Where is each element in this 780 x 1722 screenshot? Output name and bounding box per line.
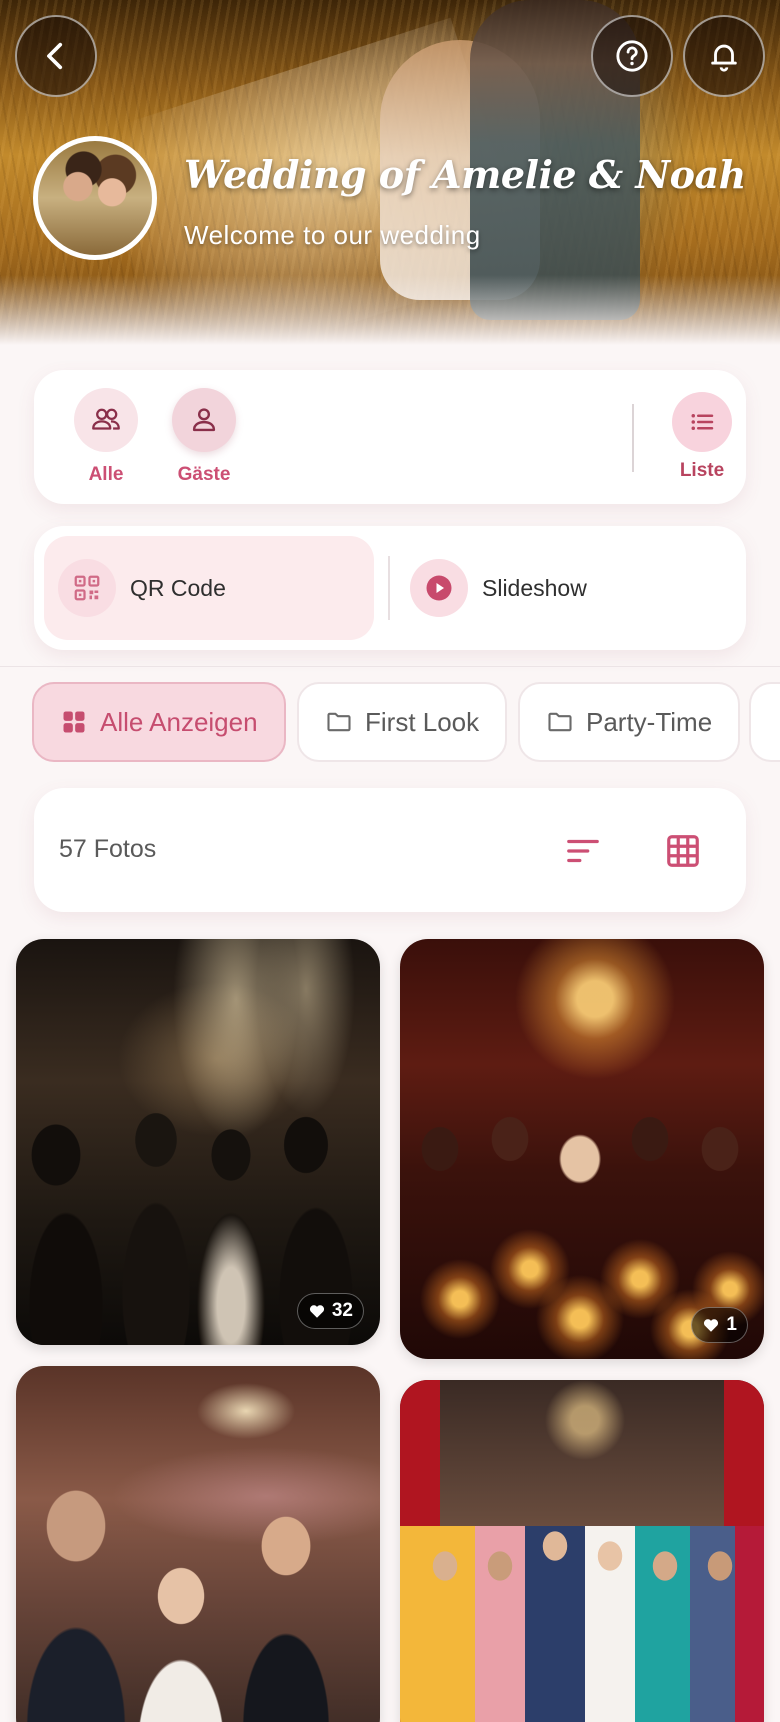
filter-card: Alle Gäste Liste — [34, 370, 746, 504]
heart-icon — [704, 1319, 719, 1332]
filter-all-label: Alle — [88, 464, 124, 485]
view-list-toggle[interactable]: Liste — [662, 392, 742, 482]
slideshow-button[interactable]: Slideshow — [396, 536, 726, 640]
qr-code-button[interactable]: QR Code — [44, 536, 374, 640]
heart-icon — [309, 1305, 324, 1318]
actions-divider — [388, 556, 390, 620]
folder-icon — [548, 712, 572, 732]
filter-all[interactable]: Alle — [66, 388, 146, 486]
sort-icon[interactable] — [564, 832, 602, 870]
list-circle — [672, 392, 732, 452]
album-chip-party-time-label: Party-Time — [586, 706, 713, 737]
photo-tile[interactable]: 1 — [400, 939, 764, 1359]
photo-tile[interactable]: 32 — [16, 939, 380, 1345]
section-divider — [0, 666, 780, 667]
album-chip-more[interactable] — [749, 682, 780, 762]
qr-code-icon — [74, 575, 100, 601]
bell-icon — [711, 44, 737, 72]
like-count: 1 — [726, 1314, 737, 1335]
album-chip-first-look[interactable]: First Look — [297, 682, 508, 762]
album-chip-all[interactable]: Alle Anzeigen — [32, 682, 286, 762]
photo-tile[interactable] — [400, 1380, 764, 1722]
album-chip-all-label: Alle Anzeigen — [100, 706, 258, 737]
help-button[interactable] — [591, 15, 673, 97]
grid-icon — [63, 711, 85, 733]
qr-code-label: QR Code — [130, 574, 226, 601]
actions-card: QR Code Slideshow — [34, 526, 746, 650]
back-button[interactable] — [15, 15, 97, 97]
album-chip-first-look-label: First Look — [365, 706, 480, 737]
page-subtitle: Welcome to our wedding — [184, 220, 481, 250]
slideshow-circle — [410, 559, 468, 617]
help-icon — [616, 40, 648, 72]
filter-guests-circle — [172, 388, 236, 452]
folder-icon — [327, 712, 351, 732]
like-badge[interactable]: 1 — [691, 1307, 748, 1343]
filter-all-circle — [74, 388, 138, 452]
photo-toolbar: 57 Fotos — [34, 788, 746, 912]
list-icon — [691, 414, 714, 430]
notifications-button[interactable] — [683, 15, 765, 97]
person-icon — [192, 408, 216, 432]
people-icon — [92, 408, 120, 430]
photo-tile[interactable] — [16, 1366, 380, 1722]
couple-avatar[interactable] — [33, 136, 157, 260]
like-badge[interactable]: 32 — [296, 1293, 364, 1329]
slideshow-label: Slideshow — [482, 574, 587, 601]
photo-count: 57 Fotos — [59, 835, 157, 863]
page-title: Wedding of Amelie & Noah — [184, 152, 746, 197]
filter-guests[interactable]: Gäste — [164, 388, 244, 486]
qr-circle — [58, 559, 116, 617]
like-count: 32 — [331, 1300, 353, 1321]
filter-divider — [632, 404, 634, 472]
play-icon — [426, 575, 452, 601]
view-list-label: Liste — [679, 460, 725, 481]
filter-guests-label: Gäste — [177, 464, 231, 485]
chevron-left-icon — [47, 42, 63, 70]
hero-fade — [0, 275, 780, 345]
album-chip-party-time[interactable]: Party-Time — [518, 682, 741, 762]
photo-wedding-party — [400, 1526, 764, 1722]
grid-view-icon[interactable] — [664, 832, 702, 870]
photo-couple-guests — [16, 1466, 380, 1722]
